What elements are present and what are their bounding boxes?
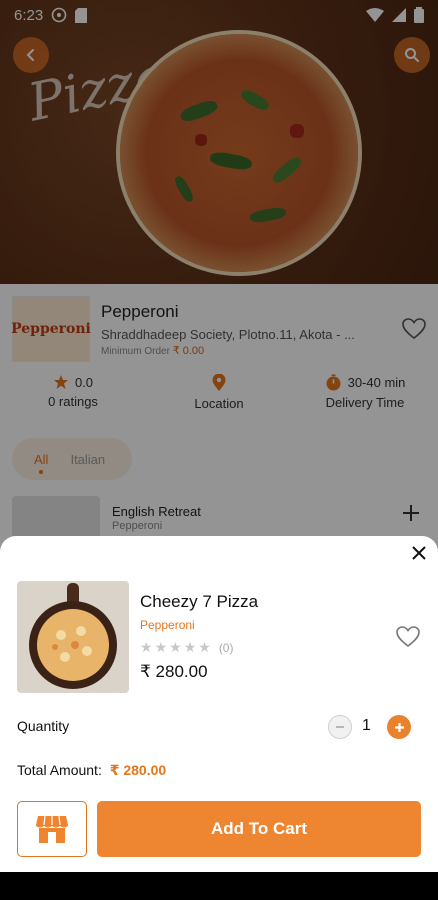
heart-icon [396, 626, 420, 648]
product-bottom-sheet: Cheezy 7 Pizza Pepperoni ★ ★ ★ ★ ★ (0) ₹… [0, 536, 438, 872]
store-icon [35, 815, 69, 843]
product-price: ₹ 280.00 [140, 662, 208, 681]
app-screen: Pizza 6:23 Pepperoni Pepperoni Shraddhad… [0, 0, 438, 900]
total-amount: Total Amount: ₹ 280.00 [17, 762, 166, 779]
star-icon: ★ [140, 639, 153, 655]
total-value: ₹ 280.00 [109, 762, 167, 778]
quantity-value: 1 [362, 717, 371, 734]
star-icon: ★ [183, 639, 197, 655]
view-store-button[interactable] [17, 801, 87, 857]
star-icon: ★ [154, 639, 168, 655]
plus-icon [394, 722, 404, 732]
minus-icon [336, 726, 344, 728]
quantity-increase-button[interactable] [387, 715, 411, 739]
product-title: Cheezy 7 Pizza [140, 592, 259, 611]
star-icon: ★ [169, 639, 182, 655]
total-label: Total Amount: [17, 762, 102, 778]
rating-count: (0) [218, 640, 234, 655]
quantity-label: Quantity [17, 718, 70, 734]
product-restaurant: Pepperoni [140, 618, 195, 632]
add-to-cart-button[interactable]: Add To Cart [97, 801, 421, 857]
close-icon [412, 546, 426, 560]
star-icon: ★ [198, 639, 211, 655]
system-nav-bar [0, 872, 438, 900]
product-rating: ★ ★ ★ ★ ★ (0) [140, 639, 233, 656]
favorite-product-button[interactable] [396, 626, 420, 653]
close-sheet-button[interactable] [406, 540, 432, 566]
quantity-decrease-button[interactable] [328, 715, 352, 739]
product-image [17, 581, 129, 693]
